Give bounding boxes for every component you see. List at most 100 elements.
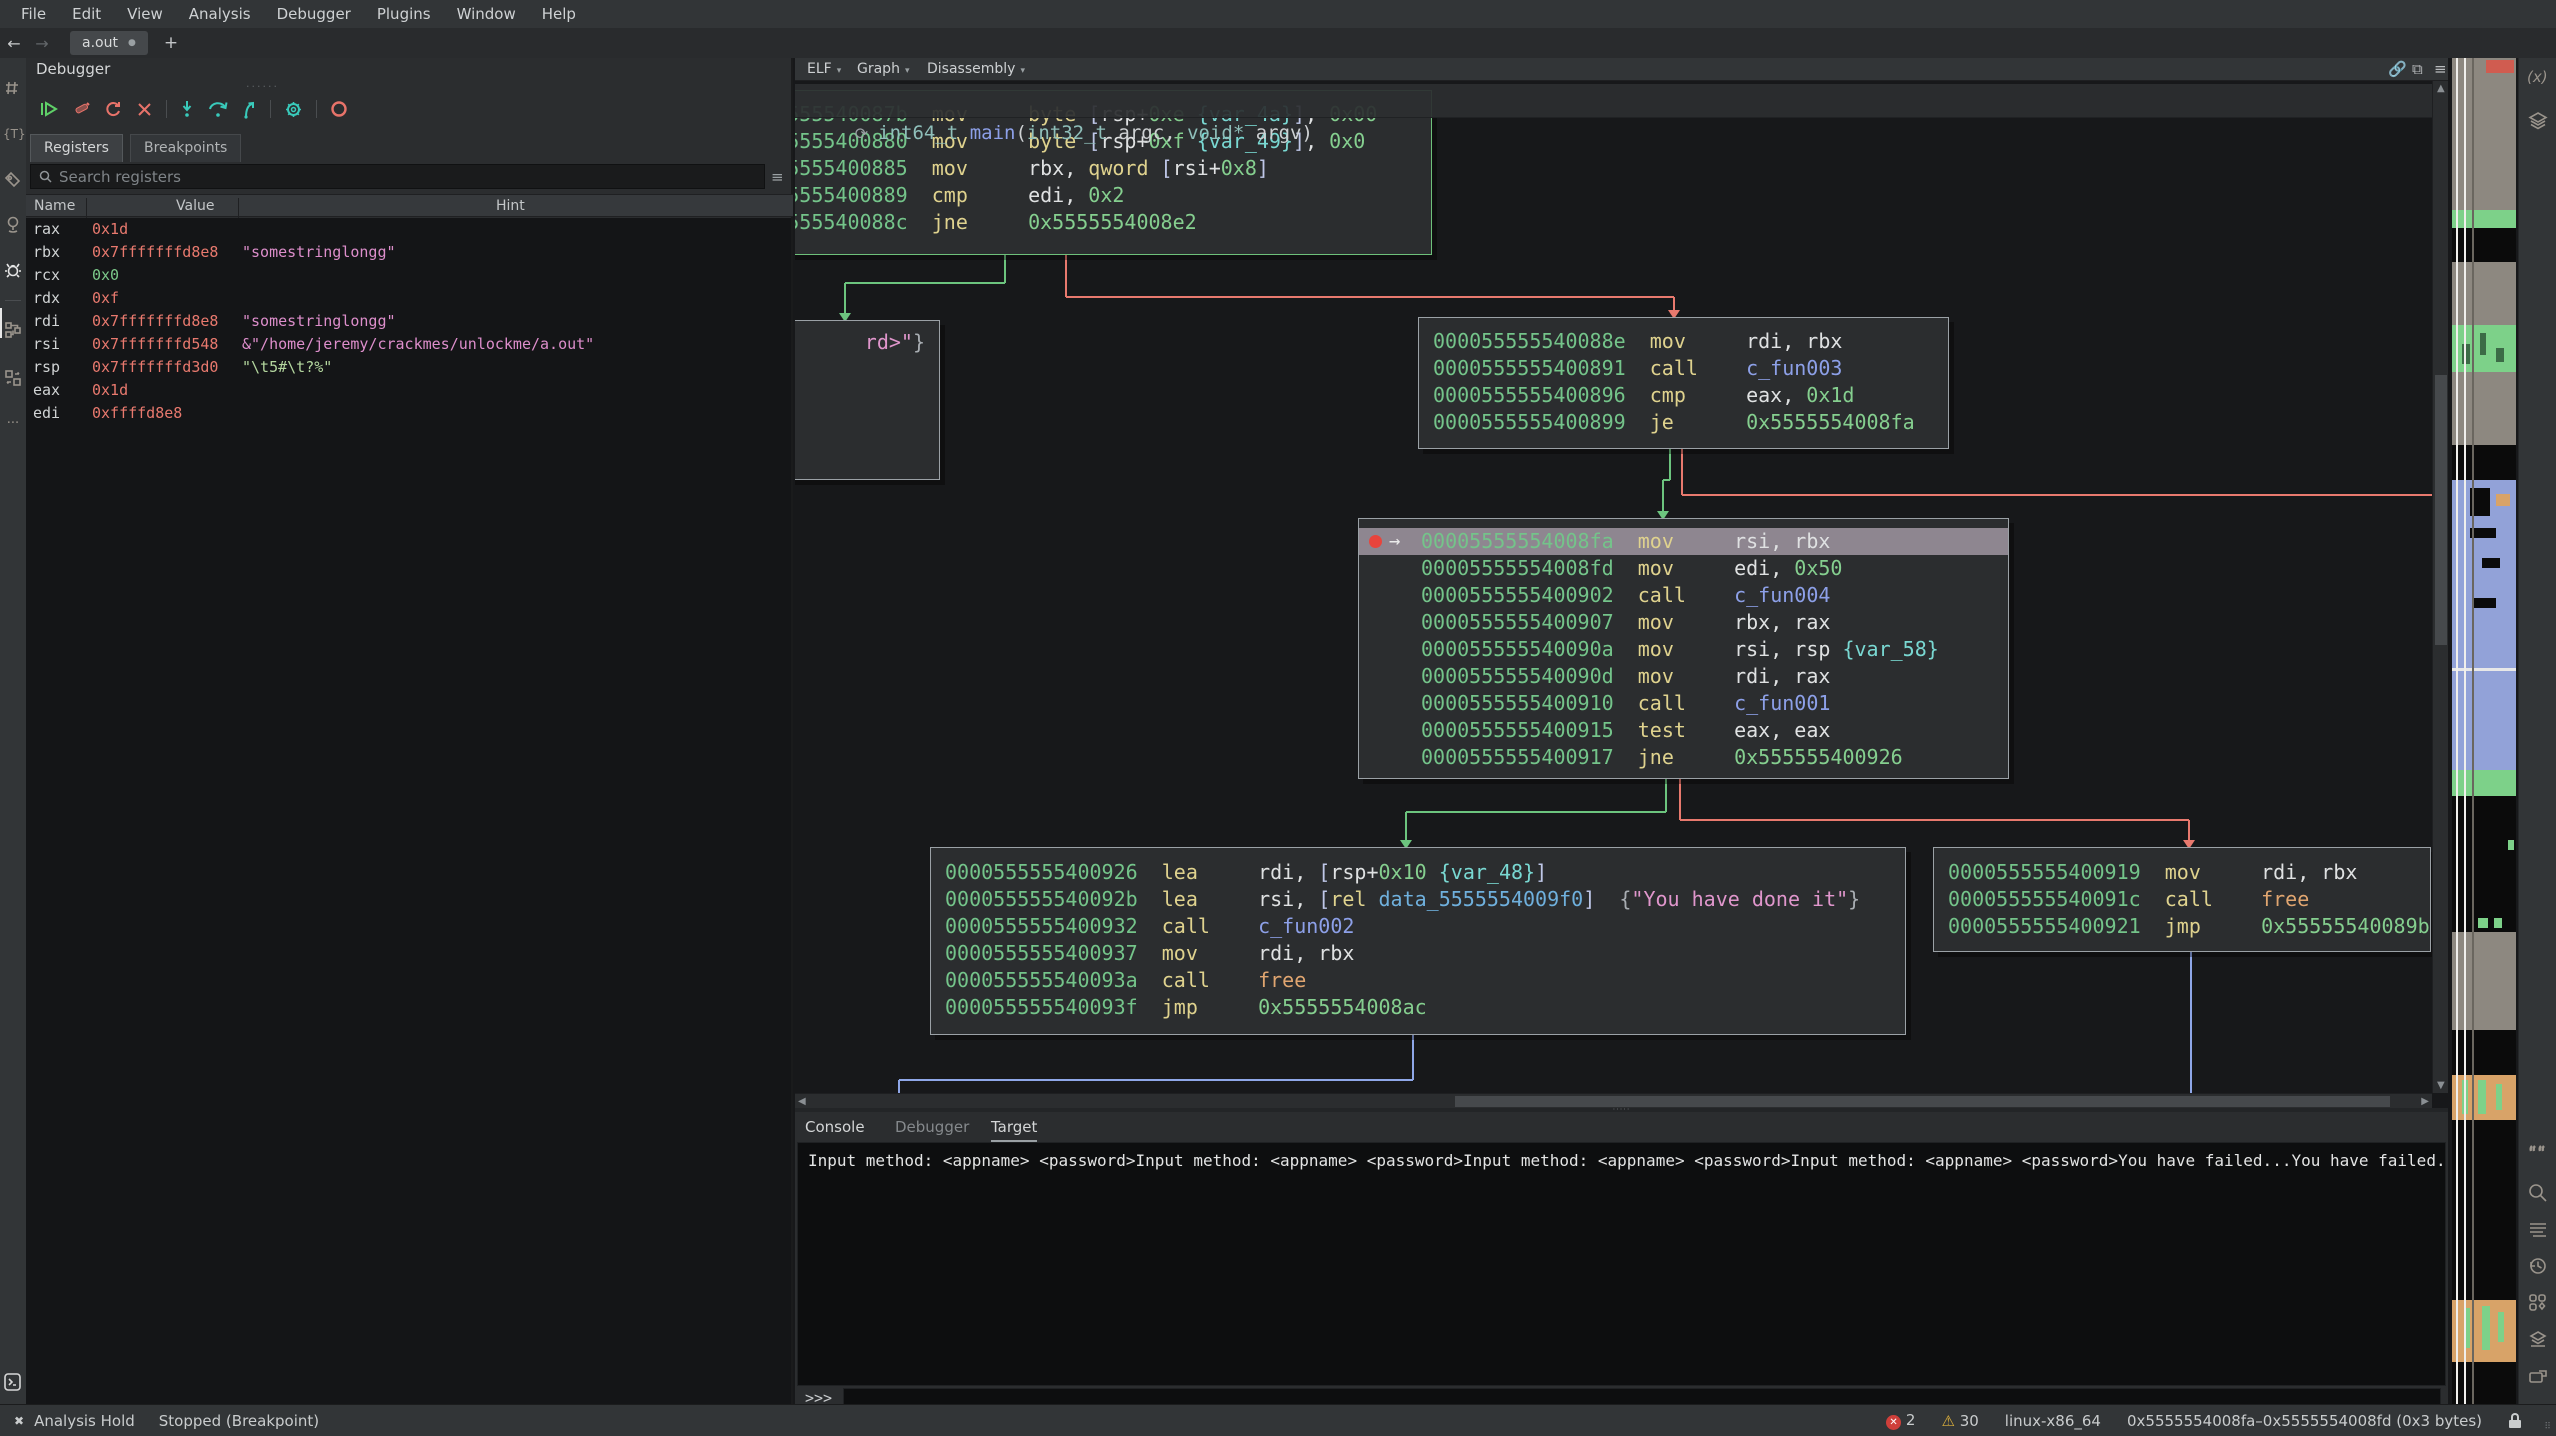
register-row[interactable]: rax0x1d bbox=[26, 218, 791, 241]
pane-menu-icon[interactable]: ≡ bbox=[2434, 60, 2447, 78]
tab-aout[interactable]: a.out ● bbox=[70, 31, 148, 55]
register-search-input[interactable]: Search registers bbox=[30, 164, 765, 189]
debugger-bug-icon[interactable] bbox=[3, 260, 23, 280]
graph-vertical-scrollbar[interactable]: ▲ ▼ bbox=[2432, 81, 2448, 1093]
log-icon[interactable] bbox=[2527, 1219, 2549, 1241]
disasm-line[interactable]: 0000555555400919 mov rdi, rbx bbox=[1934, 859, 2430, 886]
disasm-line[interactable]: 0000555555400885 mov rbx, qword [rsi+0x8… bbox=[795, 155, 1431, 182]
graph-block-success-block[interactable]: 0000555555400926 lea rdi, [rsp+0x10 {var… bbox=[930, 847, 1906, 1035]
disasm-line[interactable]: 000055555540090d mov rdi, rax bbox=[1359, 663, 2008, 690]
disasm-line[interactable]: 000055555540093f jmp 0x5555554008ac bbox=[931, 994, 1905, 1021]
scroll-down-icon[interactable]: ▼ bbox=[2437, 1080, 2445, 1091]
step-over-button[interactable] bbox=[208, 100, 229, 119]
graph-block-clipped-left[interactable]: rd>"} bbox=[795, 320, 940, 480]
console-output[interactable]: Input method: <appname> <password>Input … bbox=[797, 1142, 2446, 1386]
panel-drag-handle[interactable]: ······ bbox=[246, 80, 279, 93]
disasm-line[interactable]: 0000555555400917 jne 0x555555400926 bbox=[1359, 744, 2008, 771]
disasm-line[interactable]: 000055555540092b lea rsi, [rel data_5555… bbox=[931, 886, 1905, 913]
disasm-line[interactable]: 000055555540090a mov rsi, rsp {var_58} bbox=[1359, 636, 2008, 663]
strings-icon[interactable] bbox=[2527, 1140, 2549, 1162]
step-return-button[interactable] bbox=[242, 100, 257, 119]
tab-console[interactable]: Console bbox=[805, 1118, 865, 1136]
more-panels-icon[interactable]: ··· bbox=[3, 416, 23, 436]
tab-console-debugger[interactable]: Debugger bbox=[895, 1118, 969, 1136]
register-row[interactable]: rsp0x7fffffffd3d0"\t5#\t?%" bbox=[26, 356, 791, 379]
scroll-left-icon[interactable]: ◀ bbox=[798, 1096, 806, 1107]
register-row[interactable]: rdx0xf bbox=[26, 287, 791, 310]
disasm-line[interactable]: 0000555555400896 cmp eax, 0x1d bbox=[1419, 382, 1948, 409]
dismiss-analysis-icon[interactable]: ✖ bbox=[14, 1414, 24, 1428]
disasm-line[interactable]: 000055555540091c call free bbox=[1934, 886, 2430, 913]
disasm-line[interactable]: rd>"} bbox=[795, 329, 939, 356]
history-icon[interactable] bbox=[2527, 1255, 2549, 1277]
menu-plugins[interactable]: Plugins bbox=[366, 2, 442, 26]
variables-icon[interactable]: (x) bbox=[2527, 68, 2549, 90]
tab-modified-dot[interactable]: ● bbox=[128, 38, 136, 48]
breakpoint-icon[interactable] bbox=[1369, 535, 1382, 548]
disasm-line[interactable]: 000055555540088c jne 0x5555554008e2 bbox=[795, 209, 1431, 236]
menu-edit[interactable]: Edit bbox=[61, 2, 112, 26]
register-row[interactable]: rsi0x7fffffffd548&"/home/jeremy/crackmes… bbox=[26, 333, 791, 356]
disasm-line[interactable]: 0000555555400899 je 0x5555554008fa bbox=[1419, 409, 1948, 436]
terminal-icon[interactable] bbox=[3, 1372, 23, 1392]
components-icon[interactable] bbox=[2527, 1292, 2549, 1314]
memory-pin-icon[interactable] bbox=[3, 214, 23, 234]
types-icon[interactable]: {T} bbox=[3, 124, 23, 144]
menu-file[interactable]: File bbox=[10, 2, 57, 26]
error-count[interactable]: ✕ 2 bbox=[1886, 1411, 1915, 1430]
disasm-line[interactable]: 0000555555400915 test eax, eax bbox=[1359, 717, 2008, 744]
register-row[interactable]: edi0xffffd8e8 bbox=[26, 402, 791, 425]
restart-button[interactable] bbox=[104, 100, 123, 118]
step-into-button[interactable] bbox=[180, 100, 195, 119]
process-swap-icon[interactable] bbox=[3, 368, 23, 388]
disasm-line[interactable]: 0000555555400889 cmp edi, 0x2 bbox=[795, 182, 1431, 209]
scroll-right-icon[interactable]: ▶ bbox=[2421, 1096, 2429, 1107]
resize-grip[interactable]: ⠿ bbox=[2544, 1422, 2552, 1432]
disasm-line[interactable]: 00005555554008fd mov edi, 0x50 bbox=[1359, 555, 2008, 582]
vscroll-handle[interactable] bbox=[2435, 375, 2447, 645]
tag-icon[interactable] bbox=[3, 170, 23, 190]
tab-console-target[interactable]: Target bbox=[991, 1118, 1037, 1143]
kill-process-button[interactable] bbox=[72, 100, 91, 118]
memory-stack-icon[interactable] bbox=[2527, 1329, 2549, 1351]
register-row[interactable]: rdi0x7fffffffd8e8"somestringlongg" bbox=[26, 310, 791, 333]
disasm-line[interactable]: 000055555540093a call free bbox=[931, 967, 1905, 994]
back-arrow-icon[interactable]: ← bbox=[0, 34, 28, 53]
disasm-line[interactable]: 0000555555400902 call c_fun004 bbox=[1359, 582, 2008, 609]
register-table[interactable]: rax0x1drbx0x7fffffffd8e8"somestringlongg… bbox=[26, 218, 791, 1404]
register-row[interactable]: eax0x1d bbox=[26, 379, 791, 402]
mode-dropdown[interactable]: Disassembly▾ bbox=[927, 61, 1025, 77]
hierarchy-icon[interactable] bbox=[3, 320, 23, 340]
toggle-breakpoint-button[interactable] bbox=[330, 100, 348, 118]
menu-analysis[interactable]: Analysis bbox=[178, 2, 262, 26]
disasm-line[interactable]: 0000555555400907 mov rbx, rax bbox=[1359, 609, 2008, 636]
graph-block-cmp-block[interactable]: 000055555540088e mov rdi, rbx00005555554… bbox=[1418, 317, 1949, 449]
symbols-hash-icon[interactable] bbox=[3, 78, 23, 98]
format-dropdown[interactable]: ELF▾ bbox=[807, 61, 841, 77]
menu-debugger[interactable]: Debugger bbox=[266, 2, 362, 26]
link-views-icon[interactable]: 🔗 bbox=[2388, 60, 2407, 78]
disasm-line[interactable]: 0000555555400937 mov rdi, rbx bbox=[931, 940, 1905, 967]
graph-block-current-block[interactable]: →00005555554008fa mov rsi, rbx0000555555… bbox=[1358, 518, 2009, 779]
tab-breakpoints[interactable]: Breakpoints bbox=[130, 134, 241, 162]
graph-block-fail-block[interactable]: 0000555555400919 mov rdi, rbx00005555554… bbox=[1933, 847, 2431, 952]
forward-arrow-icon[interactable]: → bbox=[28, 34, 56, 53]
menu-view[interactable]: View bbox=[116, 2, 174, 26]
hscroll-handle[interactable] bbox=[1455, 1096, 2390, 1107]
find-icon[interactable] bbox=[2527, 1182, 2549, 1204]
register-row[interactable]: rbx0x7fffffffd8e8"somestringlongg" bbox=[26, 241, 791, 264]
warning-count[interactable]: ⚠ 30 bbox=[1941, 1412, 1978, 1430]
stack-layers-icon[interactable] bbox=[2527, 110, 2549, 132]
tag-list-icon[interactable] bbox=[2527, 1365, 2549, 1387]
split-view-icon[interactable]: ⧉ bbox=[2412, 60, 2423, 78]
menu-window[interactable]: Window bbox=[446, 2, 527, 26]
lock-icon[interactable] bbox=[2508, 1413, 2522, 1428]
disasm-line[interactable]: 0000555555400891 call c_fun003 bbox=[1419, 355, 1948, 382]
disasm-line[interactable]: 0000555555400921 jmp 0x55555540089b bbox=[1934, 913, 2430, 940]
new-tab-button[interactable]: + bbox=[164, 33, 178, 53]
resume-button[interactable] bbox=[40, 100, 59, 118]
disasm-line[interactable]: 000055555540088e mov rdi, rbx bbox=[1419, 328, 1948, 355]
tab-registers[interactable]: Registers bbox=[30, 134, 123, 162]
debugger-settings-gear-icon[interactable] bbox=[284, 100, 303, 119]
register-row[interactable]: rcx0x0 bbox=[26, 264, 791, 287]
